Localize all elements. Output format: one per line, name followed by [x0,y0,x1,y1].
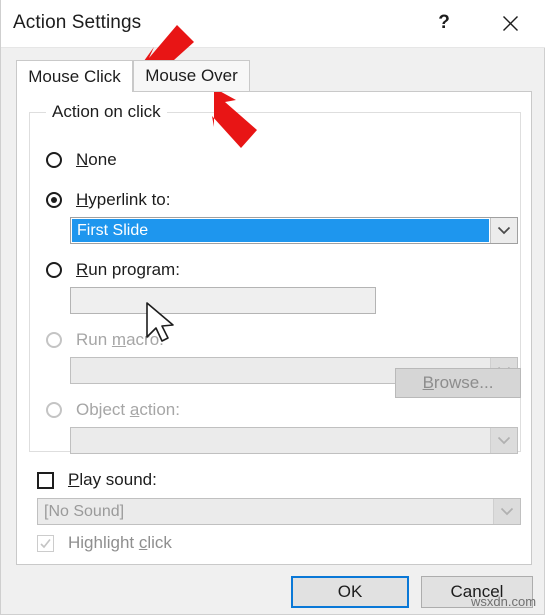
play-sound-combobox: [No Sound] [37,498,521,525]
radio-run-macro-label: Run macro: [76,330,164,349]
radio-row-run-macro: Run macro: [46,329,164,351]
ok-button-label: OK [337,582,363,601]
dialog-title: Action Settings [13,12,142,33]
tab-mouse-over-label: Mouse Over [145,66,238,85]
highlight-click-label: Highlight click [68,533,172,552]
close-icon[interactable] [489,5,531,41]
radio-object-action [46,402,62,418]
play-sound-label: Play sound: [68,470,157,489]
tab-strip: Mouse Click Mouse Over [16,60,532,92]
radio-run-program[interactable] [46,262,62,278]
play-sound-checkbox-row[interactable]: Play sound: [37,469,157,491]
radio-none[interactable] [46,152,62,168]
browse-button: Browse... [395,368,521,398]
tab-mouse-click-label: Mouse Click [28,66,121,86]
highlight-click-checkbox [37,534,54,552]
chevron-down-icon [490,428,517,453]
radio-hyperlink-to-label: Hyperlink to: [76,190,171,209]
tab-mouse-over[interactable]: Mouse Over [133,60,250,92]
radio-run-program-label: Run program: [76,260,180,279]
radio-object-action-label: Object action: [76,400,180,419]
watermark: wsxdn.com [471,594,537,609]
radio-run-macro [46,332,62,348]
run-program-input[interactable] [70,287,376,314]
browse-button-label: Browse... [422,373,494,392]
group-label: Action on click [46,102,167,122]
radio-row-object-action: Object action: [46,399,180,421]
highlight-click-checkbox-row: Highlight click [37,532,172,554]
radio-row-none[interactable]: None [46,149,117,171]
play-sound-checkbox[interactable] [37,471,54,489]
radio-row-run-program[interactable]: Run program: [46,259,180,281]
action-on-click-group: Action on click None Hyperlink to: First… [29,102,521,454]
chevron-down-icon[interactable] [490,218,517,243]
object-action-value [71,428,490,453]
hyperlink-to-combobox[interactable]: First Slide [70,217,518,244]
radio-row-hyperlink-to[interactable]: Hyperlink to: [46,189,170,211]
hyperlink-to-value: First Slide [72,219,489,242]
help-icon[interactable]: ? [423,5,465,41]
ok-button[interactable]: OK [291,576,409,608]
radio-hyperlink-to[interactable] [46,192,62,208]
tab-mouse-click[interactable]: Mouse Click [16,60,133,92]
play-sound-value: [No Sound] [44,502,125,520]
chevron-down-icon [493,499,520,524]
title-bar: Action Settings ? [1,0,545,48]
radio-none-label: None [76,150,117,169]
object-action-combobox [70,427,518,454]
action-settings-dialog: Action Settings ? Mouse Click Mouse Over… [0,0,545,615]
tab-page-mouse-click: Action on click None Hyperlink to: First… [16,91,532,565]
